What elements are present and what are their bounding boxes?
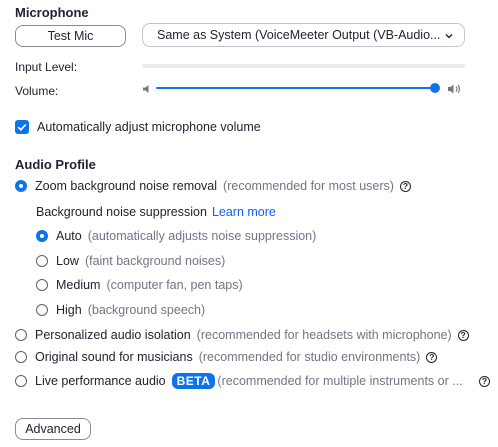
- audio-profile-title: Audio Profile: [15, 157, 96, 172]
- help-icon[interactable]: ?: [426, 351, 438, 363]
- radio-button[interactable]: [15, 351, 27, 363]
- suppression-low-hint: (faint background noises): [84, 254, 226, 268]
- microphone-title: Microphone: [15, 5, 89, 20]
- radio-button[interactable]: [36, 255, 48, 267]
- noise-suppression-label: Background noise suppression: [36, 205, 207, 219]
- suppression-high-hint: (background speech): [87, 303, 206, 317]
- zoom-noise-hint: (recommended for most users): [223, 179, 394, 193]
- microphone-device-select[interactable]: Same as System (VoiceMeeter Output (VB-A…: [142, 23, 465, 47]
- input-level-label: Input Level:: [15, 60, 78, 74]
- radio-suppression-auto[interactable]: Auto (automatically adjusts noise suppre…: [36, 229, 316, 243]
- radio-original-sound[interactable]: Original sound for musicians (recommende…: [15, 350, 438, 364]
- radio-button[interactable]: [36, 304, 48, 316]
- auto-adjust-row[interactable]: Automatically adjust microphone volume: [15, 120, 261, 134]
- original-sound-hint: (recommended for studio environments): [198, 350, 421, 364]
- live-performance-hint: (recommended for multiple instruments or…: [217, 374, 463, 388]
- radio-suppression-medium[interactable]: Medium (computer fan, pen taps): [36, 278, 243, 292]
- device-select-value: Same as System (VoiceMeeter Output (VB-A…: [157, 28, 441, 42]
- suppression-auto-label: Auto: [56, 229, 82, 243]
- chevron-down-icon: [445, 34, 453, 39]
- suppression-auto-hint: (automatically adjusts noise suppression…: [87, 229, 317, 243]
- input-level-meter: [142, 64, 465, 68]
- learn-more-link[interactable]: Learn more: [212, 205, 276, 219]
- original-sound-label: Original sound for musicians: [35, 350, 193, 364]
- volume-slider-track[interactable]: [156, 87, 438, 89]
- test-mic-button[interactable]: Test Mic: [15, 25, 126, 47]
- radio-button[interactable]: [36, 279, 48, 291]
- zoom-noise-label: Zoom background noise removal: [35, 179, 218, 193]
- speaker-low-icon: [143, 85, 149, 93]
- suppression-low-label: Low: [56, 254, 79, 268]
- auto-adjust-label: Automatically adjust microphone volume: [37, 120, 261, 134]
- advanced-button[interactable]: Advanced: [15, 418, 91, 440]
- help-icon[interactable]: ?: [457, 329, 469, 341]
- suppression-medium-label: Medium: [56, 278, 101, 292]
- help-icon[interactable]: ?: [399, 180, 411, 192]
- volume-slider-thumb[interactable]: [430, 83, 440, 93]
- suppression-medium-hint: (computer fan, pen taps): [106, 278, 243, 292]
- beta-badge: BETA: [171, 373, 216, 389]
- radio-button[interactable]: [36, 230, 48, 242]
- personalized-hint: (recommended for headsets with microphon…: [196, 328, 452, 342]
- suppression-high-label: High: [56, 303, 82, 317]
- radio-zoom-noise-removal[interactable]: Zoom background noise removal (recommend…: [15, 179, 411, 193]
- radio-button[interactable]: [15, 375, 27, 387]
- volume-label: Volume:: [15, 84, 59, 98]
- speaker-high-icon: [448, 84, 461, 94]
- radio-live-performance[interactable]: Live performance audio BETA (recommended…: [15, 373, 463, 389]
- radio-suppression-low[interactable]: Low (faint background noises): [36, 254, 225, 268]
- personalized-label: Personalized audio isolation: [35, 328, 191, 342]
- radio-suppression-high[interactable]: High (background speech): [36, 303, 205, 317]
- help-icon[interactable]: ?: [479, 376, 490, 387]
- radio-personalized-isolation[interactable]: Personalized audio isolation (recommende…: [15, 328, 469, 342]
- radio-button[interactable]: [15, 329, 27, 341]
- live-performance-label: Live performance audio: [35, 374, 166, 388]
- checkbox-icon[interactable]: [15, 120, 29, 134]
- noise-suppression-header: Background noise suppression Learn more: [36, 205, 276, 219]
- radio-button[interactable]: [15, 180, 27, 192]
